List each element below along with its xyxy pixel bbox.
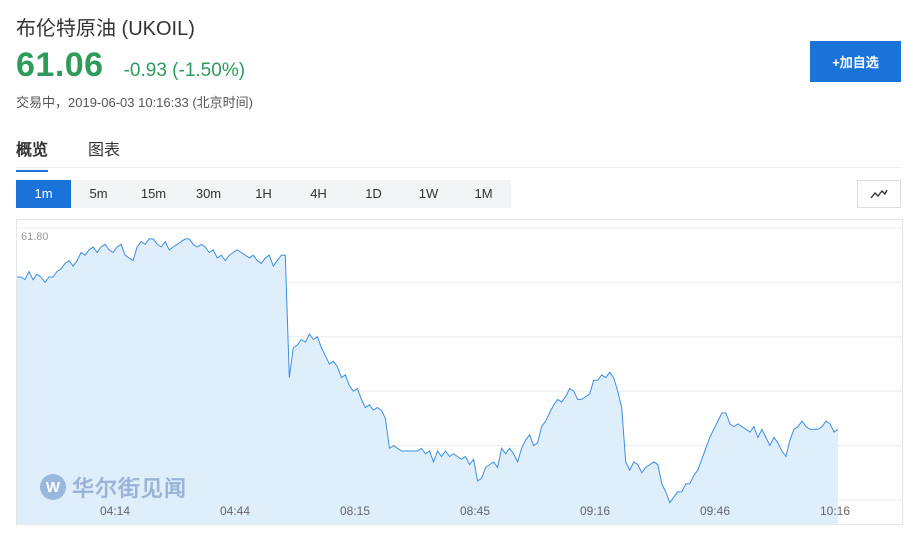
- price-row: 61.06 -0.93 (-1.50%): [16, 46, 245, 85]
- y-tick-label: 61.80: [21, 231, 49, 243]
- period-4h[interactable]: 4H: [291, 180, 346, 208]
- period-1d[interactable]: 1D: [346, 180, 401, 208]
- price-change: -0.93 (-1.50%): [123, 60, 246, 81]
- line-chart-icon: [870, 189, 888, 199]
- x-tick-label: 09:46: [700, 504, 730, 518]
- watermark: W 华尔街见闻: [40, 471, 187, 503]
- period-15m[interactable]: 15m: [126, 180, 181, 208]
- x-tick-label: 04:14: [100, 504, 130, 518]
- x-tick-label: 10:16: [820, 504, 850, 518]
- watermark-text: 华尔街见闻: [72, 476, 188, 501]
- x-tick-label: 09:16: [580, 504, 610, 518]
- trading-status: 交易中，2019-06-03 10:16:33 (北京时间): [16, 95, 253, 110]
- watermark-logo-icon: W: [40, 474, 66, 500]
- instrument-title: 布伦特原油 (UKOIL): [16, 18, 195, 40]
- period-1m[interactable]: 1m: [16, 180, 71, 208]
- add-to-watchlist-button[interactable]: +加自选: [810, 41, 901, 82]
- period-1month[interactable]: 1M: [456, 180, 511, 208]
- x-tick-label: 08:15: [340, 504, 370, 518]
- period-selector: 1m 5m 15m 30m 1H 4H 1D 1W 1M: [16, 180, 511, 208]
- period-1h[interactable]: 1H: [236, 180, 291, 208]
- period-5m[interactable]: 5m: [71, 180, 126, 208]
- tabs-divider: [16, 167, 901, 168]
- period-30m[interactable]: 30m: [181, 180, 236, 208]
- period-1w[interactable]: 1W: [401, 180, 456, 208]
- chart-type-button[interactable]: [857, 180, 901, 208]
- x-tick-label: 08:45: [460, 504, 490, 518]
- x-tick-label: 04:44: [220, 504, 250, 518]
- last-price: 61.06: [16, 46, 104, 84]
